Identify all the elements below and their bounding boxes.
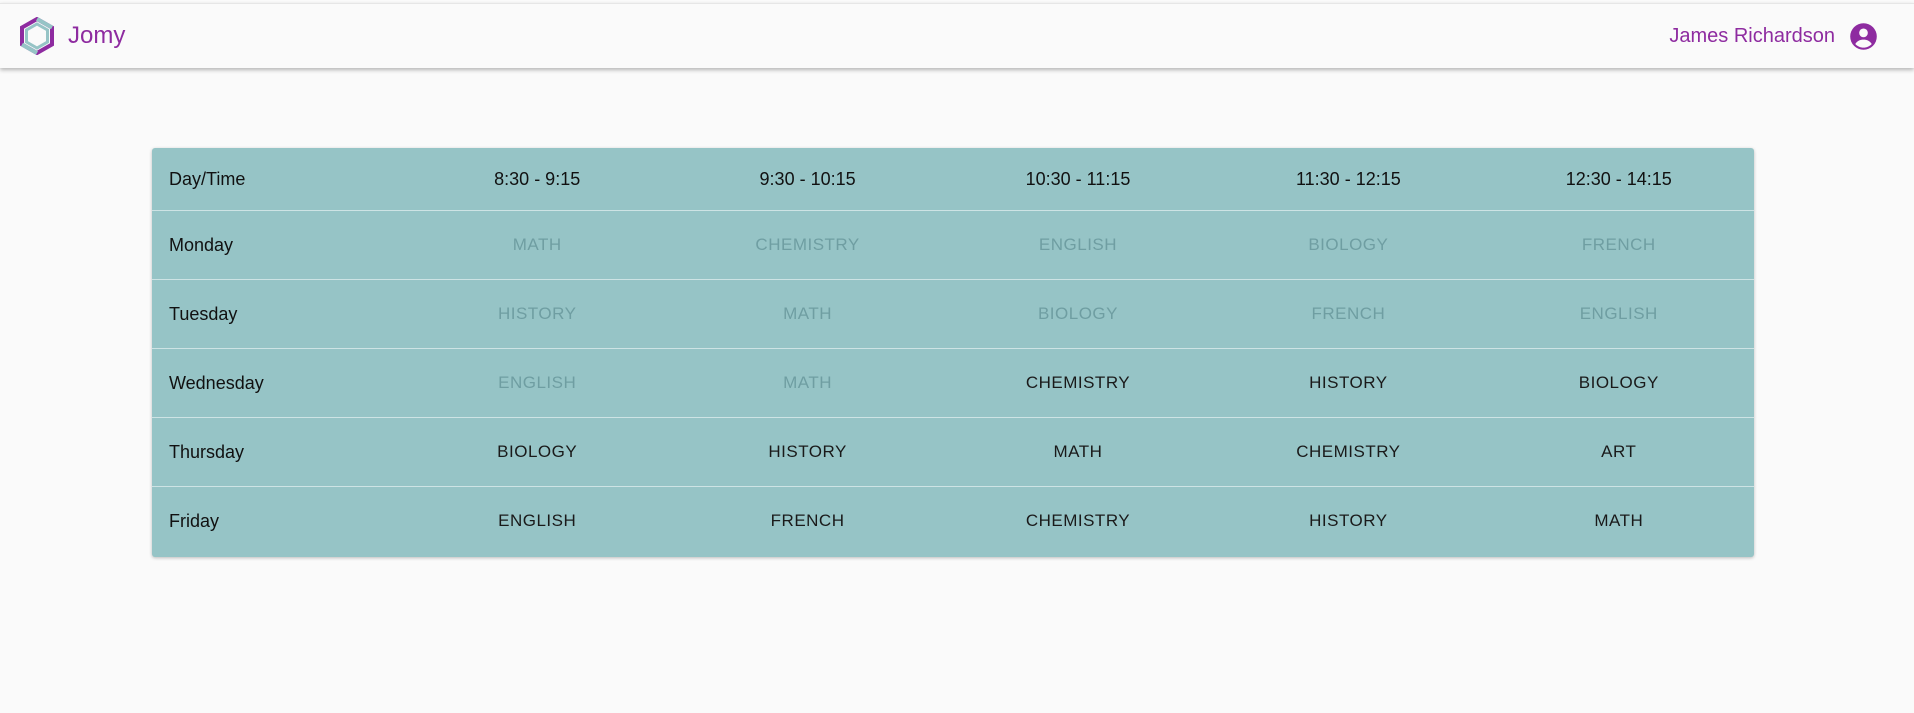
lesson-cell[interactable]: MATH: [402, 210, 673, 280]
table-row: Thursday BIOLOGY HISTORY MATH CHEMISTRY …: [152, 417, 1754, 487]
day-label: Monday: [152, 210, 402, 280]
table-row: Monday MATH CHEMISTRY ENGLISH BIOLOGY FR…: [152, 210, 1754, 280]
user-menu[interactable]: James Richardson: [1669, 22, 1878, 51]
top-app-bar: Jomy James Richardson: [0, 3, 1914, 68]
account-circle-icon[interactable]: [1849, 22, 1878, 51]
timetable: Day/Time 8:30 - 9:15 9:30 - 10:15 10:30 …: [152, 148, 1754, 555]
app-name: Jomy: [68, 22, 126, 49]
lesson-cell[interactable]: ENGLISH: [942, 210, 1214, 280]
day-label: Wednesday: [152, 348, 402, 418]
user-name[interactable]: James Richardson: [1669, 25, 1835, 48]
timetable-card: Day/Time 8:30 - 9:15 9:30 - 10:15 10:30 …: [152, 148, 1754, 557]
lesson-cell[interactable]: FRENCH: [672, 487, 942, 556]
table-row: Tuesday HISTORY MATH BIOLOGY FRENCH ENGL…: [152, 279, 1754, 349]
lesson-cell[interactable]: CHEMISTRY: [943, 487, 1213, 556]
day-label: Tuesday: [152, 279, 402, 349]
lesson-cell[interactable]: CHEMISTRY: [1213, 417, 1484, 487]
table-row: Friday ENGLISH FRENCH CHEMISTRY HISTORY …: [152, 487, 1754, 556]
header-cell: 10:30 - 11:15: [942, 148, 1214, 211]
header-cell: Day/Time: [152, 148, 402, 211]
lesson-cell[interactable]: HISTORY: [1213, 487, 1483, 556]
lesson-cell[interactable]: CHEMISTRY: [672, 210, 943, 280]
timetable-header-row: Day/Time 8:30 - 9:15 9:30 - 10:15 10:30 …: [152, 148, 1754, 211]
header-cell: 11:30 - 12:15: [1213, 148, 1484, 211]
brand[interactable]: Jomy: [18, 16, 126, 56]
jomy-logo-icon: [18, 16, 56, 56]
lesson-cell[interactable]: MATH: [942, 417, 1214, 487]
lesson-cell[interactable]: MATH: [1484, 487, 1754, 556]
lesson-cell[interactable]: BIOLOGY: [1213, 210, 1484, 280]
lesson-cell[interactable]: HISTORY: [1213, 348, 1484, 418]
lesson-cell[interactable]: ENGLISH: [402, 487, 672, 556]
lesson-cell[interactable]: HISTORY: [402, 279, 673, 349]
lesson-cell[interactable]: ENGLISH: [1483, 279, 1754, 349]
lesson-cell[interactable]: CHEMISTRY: [942, 348, 1214, 418]
lesson-cell[interactable]: BIOLOGY: [942, 279, 1214, 349]
day-label: Thursday: [152, 417, 402, 487]
header-cell: 12:30 - 14:15: [1483, 148, 1754, 211]
lesson-cell[interactable]: MATH: [672, 279, 943, 349]
lesson-cell[interactable]: FRENCH: [1213, 279, 1484, 349]
lesson-cell[interactable]: BIOLOGY: [402, 417, 673, 487]
header-cell: 9:30 - 10:15: [672, 148, 943, 211]
day-label: Friday: [169, 510, 220, 531]
lesson-cell[interactable]: HISTORY: [672, 417, 943, 487]
lesson-cell[interactable]: MATH: [672, 348, 943, 418]
lesson-cell[interactable]: FRENCH: [1483, 210, 1754, 280]
lesson-cell[interactable]: ART: [1483, 417, 1754, 487]
header-cell: 8:30 - 9:15: [402, 148, 673, 211]
lesson-cell[interactable]: BIOLOGY: [1483, 348, 1754, 418]
lesson-cell[interactable]: ENGLISH: [402, 348, 673, 418]
table-row: Wednesday ENGLISH MATH CHEMISTRY HISTORY…: [152, 348, 1754, 418]
